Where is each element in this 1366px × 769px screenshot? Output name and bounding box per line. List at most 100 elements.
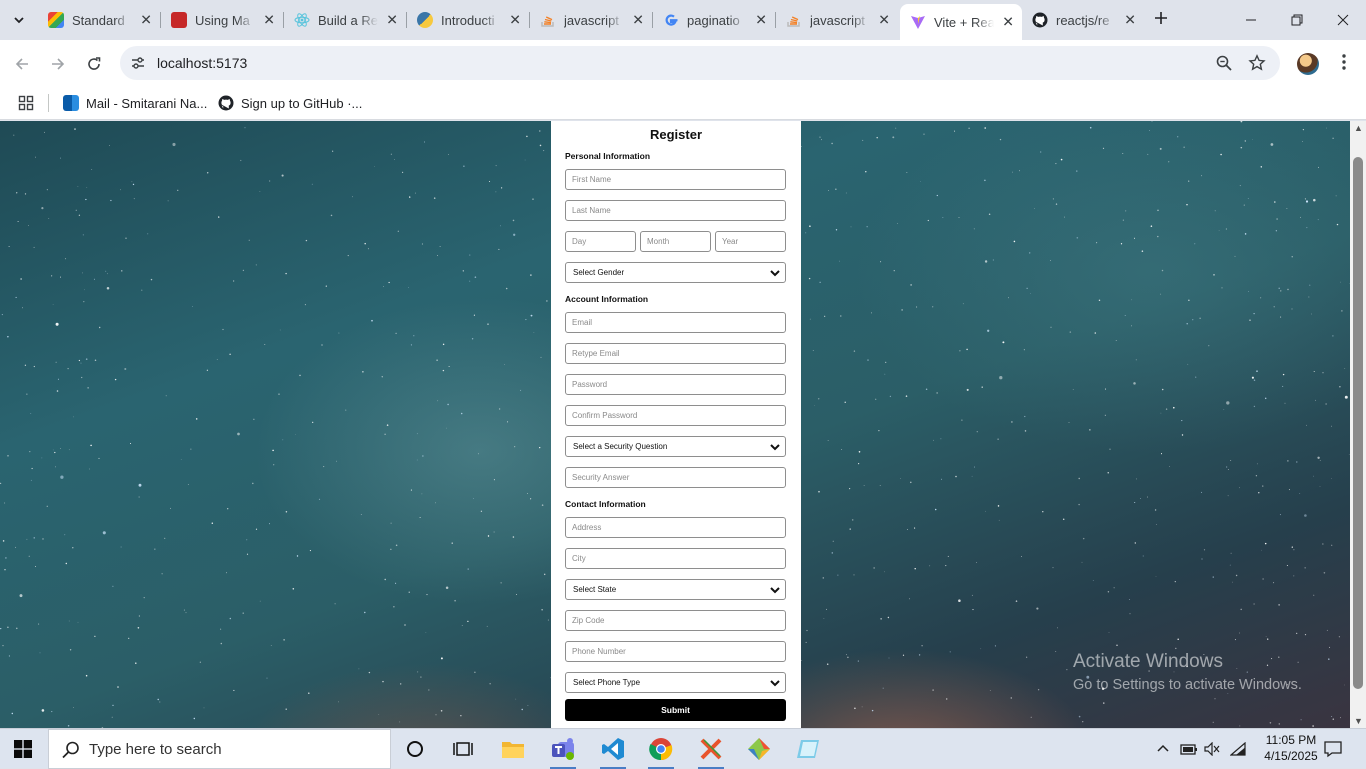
back-button[interactable]	[8, 50, 36, 78]
tab-build[interactable]: Build a Re ✕	[284, 6, 406, 34]
zoom-icon[interactable]	[1214, 54, 1234, 74]
tab-search-button[interactable]	[6, 8, 32, 32]
tab-vite-react[interactable]: Vite + Rea ✕	[900, 4, 1022, 40]
phone-number-input[interactable]	[565, 641, 786, 662]
page-scrollbar[interactable]: ▲ ▼	[1350, 121, 1366, 728]
close-icon[interactable]: ✕	[632, 12, 644, 29]
system-clock[interactable]: 11:05 PM 4/15/2025	[1256, 732, 1326, 764]
chrome-button[interactable]	[638, 729, 684, 769]
apps-button[interactable]	[18, 92, 34, 114]
tab-title: Using Ma	[195, 12, 250, 28]
address-input[interactable]	[565, 517, 786, 538]
page-viewport: Activate Windows Go to Settings to activ…	[0, 121, 1350, 728]
tab-standard[interactable]: Standard ✕	[38, 6, 160, 34]
forward-button[interactable]	[44, 50, 72, 78]
vscode-button[interactable]	[590, 729, 636, 769]
notifications-button[interactable]	[1324, 729, 1342, 769]
battery-status[interactable]	[1180, 729, 1198, 769]
select-value: Select a Security Question	[573, 442, 668, 451]
tab-javascript-1[interactable]: javascript ✕	[530, 6, 652, 34]
tab-introduction[interactable]: Introducti ✕	[407, 6, 529, 34]
menu-button[interactable]	[1334, 54, 1354, 74]
tab-pagination[interactable]: paginatio ✕	[653, 6, 775, 34]
close-icon[interactable]: ✕	[878, 12, 890, 29]
submit-button[interactable]: Submit	[565, 699, 786, 721]
birth-month-input[interactable]	[640, 231, 711, 252]
chevron-down-icon	[770, 680, 780, 687]
tab-using[interactable]: Using Ma ✕	[161, 6, 283, 34]
restore-button[interactable]	[1274, 0, 1320, 40]
search-icon	[62, 741, 79, 759]
chevron-down-icon	[770, 270, 780, 277]
birth-day-input[interactable]	[565, 231, 636, 252]
close-icon[interactable]: ✕	[386, 12, 398, 29]
security-answer-input[interactable]	[565, 467, 786, 488]
birth-year-input[interactable]	[715, 231, 786, 252]
task-view-button[interactable]	[440, 729, 486, 769]
chevron-down-icon	[770, 587, 780, 594]
password-input[interactable]	[565, 374, 786, 395]
network-status[interactable]	[1230, 729, 1246, 769]
tab-title: Build a Re	[318, 12, 378, 28]
tray-overflow-button[interactable]	[1156, 729, 1170, 769]
close-icon[interactable]: ✕	[263, 12, 275, 29]
activate-windows-watermark: Activate Windows Go to Settings to activ…	[1073, 651, 1302, 693]
taskbar-search-box[interactable]: Type here to search	[48, 729, 391, 769]
minimize-icon	[1246, 19, 1256, 21]
windows-start-icon[interactable]	[14, 740, 32, 758]
phone-type-select[interactable]: Select Phone Type	[565, 672, 786, 693]
cortana-button[interactable]	[392, 729, 438, 769]
windows-taskbar: Type here to search 11:05 PM 4/15/2025	[0, 728, 1366, 769]
scroll-thumb[interactable]	[1353, 157, 1363, 689]
email-input[interactable]	[565, 312, 786, 333]
close-icon[interactable]: ✕	[1002, 14, 1014, 31]
folder-icon	[502, 742, 524, 758]
stackoverflow-icon	[786, 12, 802, 28]
teams-button[interactable]	[540, 729, 586, 769]
new-tab-button[interactable]	[1150, 8, 1172, 32]
close-icon[interactable]: ✕	[755, 12, 767, 29]
retype-email-input[interactable]	[565, 343, 786, 364]
chevron-down-icon	[770, 444, 780, 451]
chevron-up-icon	[1157, 744, 1169, 752]
scroll-down-icon[interactable]: ▼	[1354, 716, 1363, 726]
last-name-input[interactable]	[565, 200, 786, 221]
bookmark-github[interactable]: Sign up to GitHub ·...	[218, 92, 362, 114]
close-icon[interactable]: ✕	[1124, 12, 1136, 29]
city-input[interactable]	[565, 548, 786, 569]
github-icon	[218, 95, 234, 111]
gender-select[interactable]: Select Gender	[565, 262, 786, 283]
close-icon[interactable]: ✕	[140, 12, 152, 29]
select-value: Select Phone Type	[573, 678, 641, 687]
outlook-icon	[63, 95, 79, 111]
bookmark-label: Mail - Smitarani Na...	[86, 95, 208, 111]
close-window-button[interactable]	[1320, 0, 1366, 40]
address-bar[interactable]: localhost:5173	[120, 46, 1280, 80]
tab-reactjs[interactable]: reactjs/re ✕	[1022, 6, 1144, 34]
confirm-password-input[interactable]	[565, 405, 786, 426]
site-info-icon[interactable]	[130, 55, 146, 71]
tab-javascript-2[interactable]: javascript ✕	[776, 6, 898, 34]
bookmark-star-icon[interactable]	[1247, 54, 1267, 74]
bookmark-outlook[interactable]: Mail - Smitarani Na...	[63, 92, 207, 114]
form-title: Register	[649, 127, 703, 142]
security-question-select[interactable]: Select a Security Question	[565, 436, 786, 457]
reload-button[interactable]	[80, 50, 108, 78]
xampp-icon	[700, 738, 722, 760]
bookmark-label: Sign up to GitHub ·...	[241, 95, 363, 111]
minimize-button[interactable]	[1228, 0, 1274, 40]
xampp-button[interactable]	[688, 729, 734, 769]
scroll-up-icon[interactable]: ▲	[1354, 123, 1363, 133]
profile-avatar[interactable]	[1297, 53, 1319, 75]
first-name-input[interactable]	[565, 169, 786, 190]
app-window-button[interactable]	[786, 729, 832, 769]
file-explorer-button[interactable]	[490, 729, 536, 769]
zip-code-input[interactable]	[565, 610, 786, 631]
close-icon[interactable]: ✕	[509, 12, 521, 29]
git-app-button[interactable]	[736, 729, 782, 769]
state-select[interactable]: Select State	[565, 579, 786, 600]
cortana-icon	[407, 741, 423, 757]
volume-status[interactable]	[1204, 729, 1220, 769]
tab-title: Vite + Rea	[934, 14, 994, 30]
gmail-icon	[48, 12, 64, 28]
